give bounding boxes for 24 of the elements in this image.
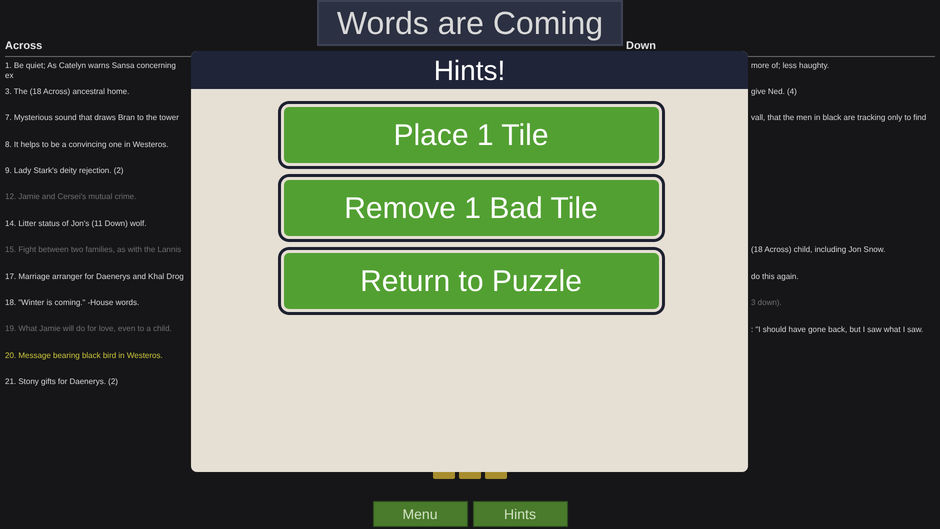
game-title: Words are Coming	[317, 0, 623, 46]
footer-button[interactable]: Hints	[472, 501, 568, 527]
clue-text[interactable]: 18. "Winter is coming." -House words.	[5, 298, 185, 324]
clue-text[interactable]: 15. Fight between two families, as with the Lannis	[5, 245, 185, 272]
clue-text[interactable]: 7. Mysterious sound that draws Bran to the tower	[5, 113, 185, 140]
clue-text[interactable]: more of; less haughty.	[751, 60, 935, 70]
clue-text[interactable]: 1. Be quiet; As Catelyn warns Sansa concerning ex	[5, 60, 185, 87]
clue-text[interactable]: 9. Lady Stark's deity rejection. (2)	[5, 166, 185, 192]
clue-text[interactable]: 14. Litter status of Jon's (11 Down) wolf.	[5, 218, 185, 246]
clue-text[interactable]: : "I should have gone back, but I saw what I saw.	[751, 324, 935, 334]
clue-text[interactable]: 20. Message bearing black bird in Westeros.	[5, 350, 185, 378]
clue-text[interactable]: 21. Stony gifts for Daenerys. (2)	[5, 377, 185, 404]
clue-text[interactable]: 3. The (18 Across) ancestral home.	[5, 86, 185, 114]
clue-text[interactable]: 17. Marriage arranger for Daenerys and Khal Drog	[5, 272, 185, 298]
clue-text[interactable]: give Ned. (4)	[751, 86, 935, 97]
clue-text[interactable]: 19. What Jamie will do for love, even to a child.	[5, 324, 185, 351]
clue-text[interactable]: do this again.	[751, 272, 935, 282]
footer-button[interactable]: Menu	[372, 501, 468, 527]
clue-text[interactable]: 12. Jamie and Cersei's mutual crime.	[5, 192, 185, 219]
clue-text[interactable]: 3 down).	[751, 298, 935, 308]
clue-text[interactable]: (18 Across) child, including Jon Snow.	[751, 245, 935, 256]
dialog-title: Hints!	[191, 51, 748, 89]
clue-text[interactable]: vall, that the men in black are tracking only to find	[751, 113, 935, 124]
clue-text[interactable]: 8. It helps to be a convincing one in Westeros.	[5, 140, 185, 166]
